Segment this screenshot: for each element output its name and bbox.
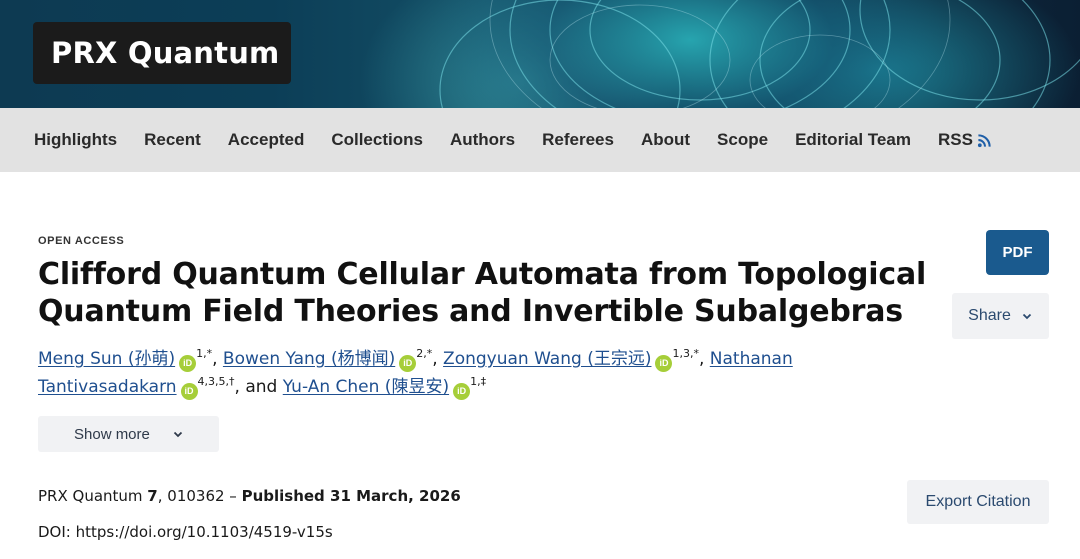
author-affiliation-sup: 1,3,* [672, 347, 699, 360]
share-label: Share [968, 307, 1011, 324]
author-link-bowen-yang[interactable]: Bowen Yang (杨博闻) [223, 349, 395, 369]
chevron-down-icon [1022, 313, 1031, 320]
author-affiliation-sup: 1,* [196, 347, 213, 360]
author-link-zongyuan-wang[interactable]: Zongyuan Wang (王宗远) [443, 349, 651, 369]
citation-published-date: Published 31 March, 2026 [241, 487, 461, 505]
orcid-icon[interactable]: iD [180, 383, 198, 400]
show-more-button[interactable]: Show more [38, 416, 219, 452]
author-affiliation-sup: 1,‡ [470, 375, 487, 388]
orcid-icon[interactable]: iD [179, 355, 197, 372]
author-link-nathanan-last[interactable]: Tantivasadakarn [38, 377, 177, 397]
article-title: Clifford Quantum Cellular Automata from … [38, 256, 938, 330]
orcid-icon[interactable]: iD [399, 355, 417, 372]
citation-article-number: , 010362 – [157, 487, 242, 505]
nav-item-accepted[interactable]: Accepted [228, 130, 305, 150]
author-list: Meng Sun (孙萌) iD1,*, Bowen Yang (杨博闻) iD2,… [38, 345, 898, 401]
author-separator: , [212, 349, 223, 369]
open-access-label: OPEN ACCESS [38, 235, 125, 247]
orcid-icon[interactable]: iD [453, 383, 471, 400]
nav-item-scope[interactable]: Scope [717, 130, 768, 150]
journal-banner: PRX Quantum [0, 0, 1080, 108]
author-link-nathanan-first[interactable]: Nathanan [710, 349, 793, 369]
citation-volume: 7 [147, 487, 158, 505]
author-affiliation-sup: 2,* [416, 347, 433, 360]
nav-item-recent[interactable]: Recent [144, 130, 201, 150]
author-link-yu-an-chen[interactable]: Yu-An Chen (陳昱安) [283, 377, 449, 397]
nav-item-about[interactable]: About [641, 130, 690, 150]
doi-line[interactable]: DOI: https://doi.org/10.1103/4519-v15s [38, 523, 333, 541]
nav-item-referees[interactable]: Referees [542, 130, 614, 150]
citation-line: PRX Quantum 7, 010362 – Published 31 Mar… [38, 487, 461, 505]
article-title-line1: Clifford Quantum Cellular Automata from … [38, 257, 927, 292]
orcid-icon[interactable]: iD [655, 355, 673, 372]
chevron-down-icon [173, 431, 183, 438]
nav-item-authors[interactable]: Authors [450, 130, 515, 150]
nav-item-highlights[interactable]: Highlights [34, 130, 117, 150]
main-nav: Highlights Recent Accepted Collections A… [0, 108, 1080, 172]
rss-icon [977, 133, 991, 147]
export-citation-button[interactable]: Export Citation [907, 480, 1049, 524]
nav-item-collections[interactable]: Collections [331, 130, 423, 150]
journal-logo[interactable]: PRX Quantum [33, 22, 291, 84]
pdf-button[interactable]: PDF [986, 230, 1049, 275]
author-separator: , [432, 349, 444, 369]
citation-journal: PRX Quantum [38, 487, 148, 505]
nav-item-editorial-team[interactable]: Editorial Team [795, 130, 911, 150]
show-more-label: Show more [74, 425, 150, 443]
article-title-line2: Quantum Field Theories and Invertible Su… [38, 294, 903, 329]
author-separator: , [698, 349, 710, 369]
author-and-separator: , and [234, 377, 283, 397]
rss-label: RSS [937, 130, 973, 149]
author-affiliation-sup: 4,3,5,† [197, 375, 235, 388]
nav-item-rss[interactable]: RSS [938, 130, 992, 150]
author-link-meng-sun[interactable]: Meng Sun (孙萌) [38, 349, 175, 369]
share-button[interactable]: Share [952, 293, 1049, 339]
